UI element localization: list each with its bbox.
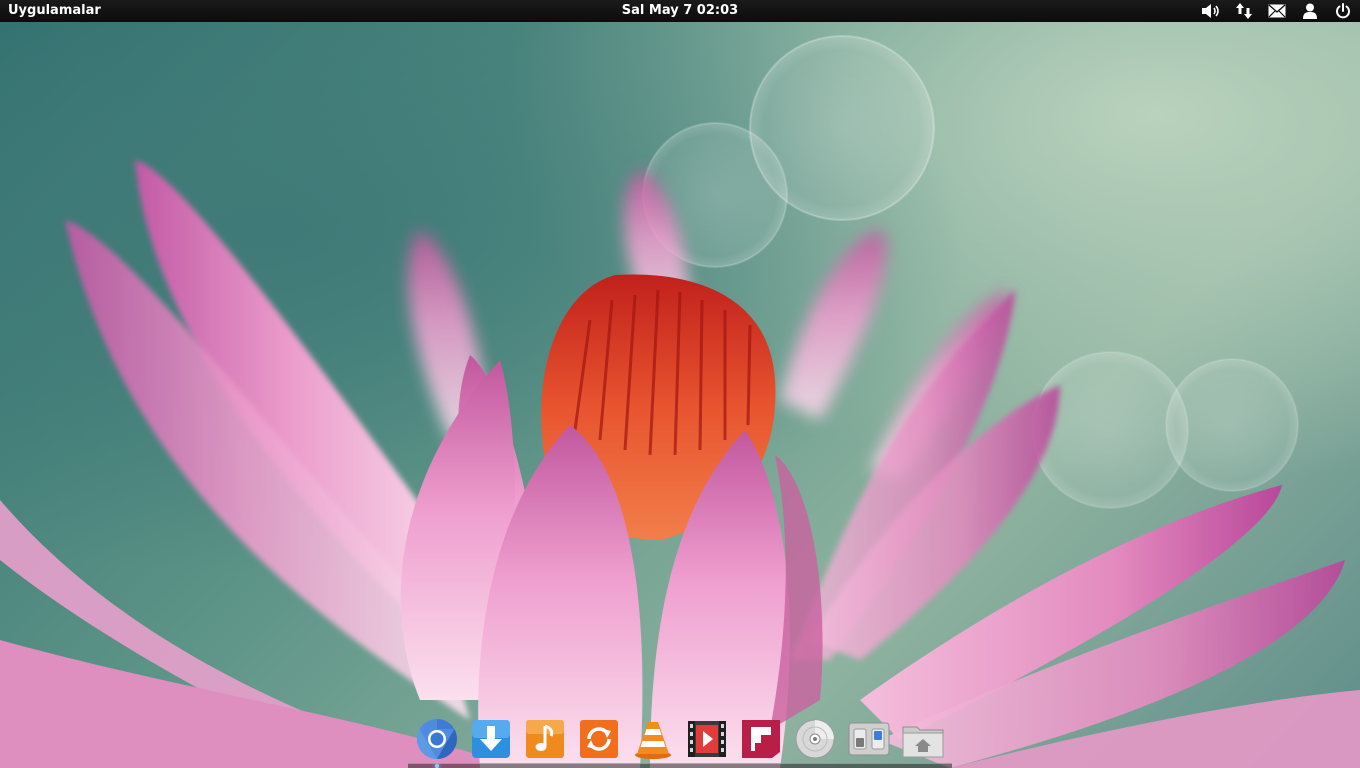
network-indicator[interactable]	[1233, 0, 1255, 22]
dock-item-music-player[interactable]	[523, 717, 567, 761]
indicator-area	[1189, 0, 1354, 22]
desktop: Uygulamalar Sal May 7 02:03	[0, 0, 1360, 768]
film-strip-icon	[688, 721, 726, 757]
top-panel: Uygulamalar Sal May 7 02:03	[0, 0, 1360, 22]
applications-menu-button[interactable]: Uygulamalar	[8, 0, 101, 22]
disc-icon	[795, 719, 835, 759]
dock	[408, 712, 952, 768]
vlc-cone-icon	[635, 722, 671, 759]
wallpaper-lotus-image	[0, 35, 1360, 768]
power-indicator[interactable]	[1332, 0, 1354, 22]
running-app-indicator	[435, 764, 439, 768]
messaging-indicator[interactable]	[1266, 0, 1288, 22]
dock-item-software-update[interactable]	[577, 717, 621, 761]
messaging-icon	[1268, 4, 1286, 18]
music-note-icon	[526, 720, 564, 758]
dock-item-flipboard-app[interactable]	[739, 717, 783, 761]
dock-item-download-manager[interactable]	[469, 717, 513, 761]
dock-item-vlc-media-player[interactable]	[631, 717, 675, 761]
clock-indicator[interactable]: Sal May 7 02:03	[580, 0, 780, 22]
power-icon	[1336, 3, 1350, 19]
network-icon	[1236, 3, 1252, 19]
dock-shelf	[408, 763, 952, 768]
refresh-icon	[580, 720, 618, 758]
toggle-switch-icon	[848, 722, 890, 756]
chromium-icon	[417, 719, 457, 759]
volume-icon	[1202, 4, 1219, 18]
dock-item-video-player[interactable]	[685, 717, 729, 761]
dock-item-disc-burner[interactable]	[793, 717, 837, 761]
dock-item-home-folder[interactable]	[901, 717, 945, 761]
dock-item-chromium-browser[interactable]	[415, 717, 459, 761]
user-indicator[interactable]	[1299, 0, 1321, 22]
home-folder-icon	[902, 726, 944, 758]
download-icon	[472, 720, 510, 758]
user-icon	[1303, 3, 1317, 19]
flipboard-icon	[742, 720, 780, 758]
dock-item-system-settings[interactable]	[847, 717, 891, 761]
volume-indicator[interactable]	[1200, 0, 1222, 22]
